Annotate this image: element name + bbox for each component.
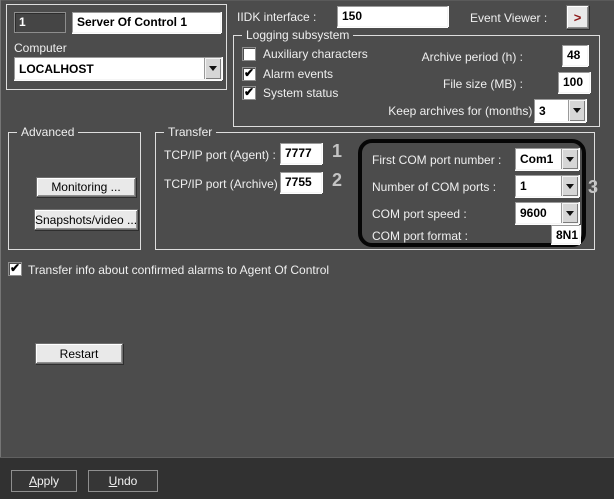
transfer-confirmed-alarms-label: Transfer info about confirmed alarms to … — [28, 263, 330, 277]
logging-subsystem-title: Logging subsystem — [242, 28, 354, 42]
keep-archives-select[interactable]: 3 — [534, 99, 586, 122]
computer-label: Computer — [14, 41, 67, 55]
tcpip-archive-port-field[interactable]: 7755 — [280, 172, 322, 193]
event-viewer-label: Event Viewer : — [470, 11, 548, 25]
archive-period-field[interactable]: 48 — [562, 45, 588, 66]
file-size-label: File size (MB) : — [442, 77, 523, 91]
system-status-label: System status — [263, 86, 339, 100]
computer-select-value: LOCALHOST — [19, 61, 94, 76]
annotation-1: 1 — [332, 141, 343, 161]
logging-subsystem-group: Logging subsystem Auxiliary characters A… — [233, 28, 600, 127]
iidk-interface-label: IIDK interface : — [237, 10, 317, 24]
checkbox-auxiliary-characters[interactable] — [242, 47, 256, 61]
annotation-2: 2 — [332, 170, 343, 190]
chevron-down-icon — [573, 108, 581, 113]
tcpip-agent-port-field[interactable]: 7777 — [280, 143, 322, 164]
restart-button[interactable]: Restart — [35, 343, 123, 364]
chevron-down-icon — [566, 156, 574, 162]
tcpip-archive-port-label: TCP/IP port (Archive) : — [164, 177, 285, 191]
apply-button-label: Apply — [28, 474, 60, 488]
annotation-3: 3 — [588, 177, 599, 197]
server-id-field[interactable]: 1 — [14, 12, 66, 33]
number-of-com-ports-value: 1 — [520, 179, 527, 193]
com-port-format-label: COM port format : — [372, 229, 469, 243]
number-of-com-ports-dropdown-button[interactable] — [561, 176, 578, 196]
undo-button[interactable]: Undo — [88, 470, 158, 492]
number-of-com-ports-label: Number of COM ports : — [372, 180, 497, 194]
server-settings-panel: 1 Server Of Control 1 Computer LOCALHOST… — [0, 0, 614, 499]
transfer-title: Transfer — [164, 125, 217, 139]
alarm-events-label: Alarm events — [263, 67, 334, 81]
first-com-port-label: First COM port number : — [372, 153, 502, 167]
number-of-com-ports-select[interactable]: 1 — [515, 175, 579, 197]
first-com-port-dropdown-button[interactable] — [561, 149, 578, 169]
com-settings-highlight: First COM port number : Com1 Number of C… — [358, 139, 586, 247]
footer-bar: Apply Undo — [0, 457, 614, 499]
apply-button[interactable]: Apply — [11, 470, 77, 492]
checkbox-system-status[interactable] — [242, 85, 256, 100]
auxiliary-characters-label: Auxiliary characters — [263, 47, 368, 61]
monitoring-button[interactable]: Monitoring ... — [36, 177, 136, 197]
file-size-field[interactable]: 100 — [558, 72, 590, 93]
snapshots-video-button[interactable]: Snapshots/video ... — [34, 209, 138, 230]
checkbox-alarm-events[interactable] — [242, 66, 256, 81]
computer-select[interactable]: LOCALHOST — [14, 57, 222, 80]
first-com-port-select[interactable]: Com1 — [515, 148, 579, 170]
com-port-speed-select[interactable]: 9600 — [515, 202, 579, 224]
com-port-speed-label: COM port speed : — [372, 207, 467, 221]
advanced-group: Advanced Monitoring ... Snapshots/video … — [8, 125, 141, 250]
event-viewer-button[interactable]: > — [566, 5, 589, 29]
com-port-format-field[interactable]: 8N1 — [551, 225, 580, 244]
chevron-down-icon — [566, 183, 574, 189]
chevron-down-icon — [566, 210, 574, 216]
archive-period-label: Archive period (h) : — [421, 50, 523, 64]
checkbox-transfer-confirmed-alarms[interactable] — [8, 261, 22, 276]
server-identity-group: 1 Server Of Control 1 Computer LOCALHOST — [6, 4, 227, 90]
server-name-field[interactable]: Server Of Control 1 — [72, 12, 221, 33]
tcpip-agent-port-label: TCP/IP port (Agent) : — [164, 148, 276, 162]
transfer-group: Transfer TCP/IP port (Agent) : 7777 1 TC… — [155, 125, 595, 250]
com-port-speed-value: 9600 — [520, 206, 547, 220]
keep-archives-select-value: 3 — [539, 103, 546, 118]
first-com-port-value: Com1 — [520, 152, 554, 166]
iidk-interface-field[interactable]: 150 — [337, 6, 448, 27]
com-port-speed-dropdown-button[interactable] — [561, 203, 578, 223]
advanced-title: Advanced — [17, 125, 79, 139]
chevron-down-icon — [209, 66, 217, 71]
undo-button-label: Undo — [108, 474, 138, 488]
keep-archives-label: Keep archives for (months) : — [388, 104, 539, 118]
computer-select-dropdown-button[interactable] — [204, 58, 221, 79]
keep-archives-dropdown-button[interactable] — [568, 100, 585, 121]
